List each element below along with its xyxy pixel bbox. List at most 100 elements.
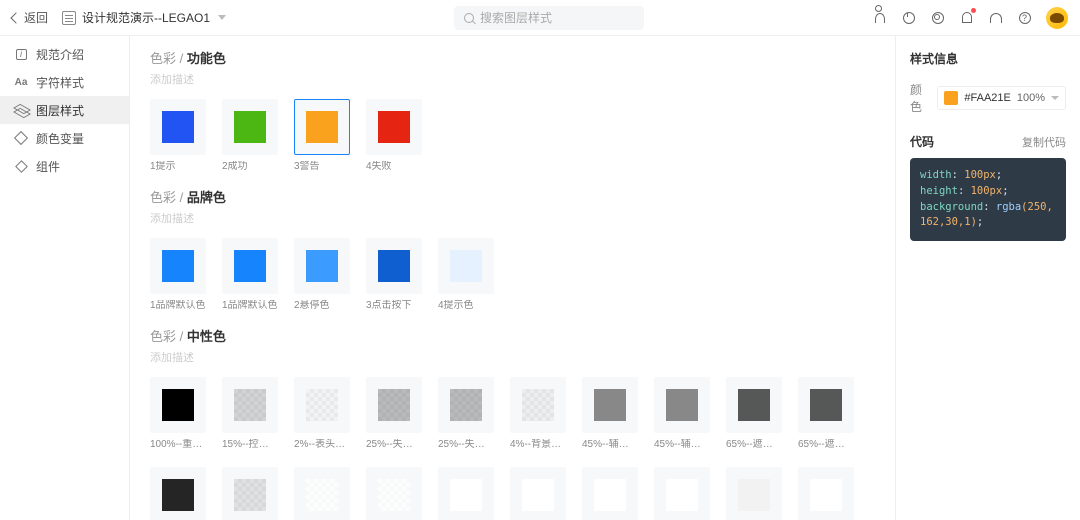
swatch-box[interactable] [294,238,350,294]
swatch-box[interactable] [582,377,638,433]
swatch-row: 1品牌默认色 1品牌默认色 2悬停色 3点击按下 4提示色 [150,238,875,312]
swatch-item[interactable]: 4提示色 [438,238,494,312]
swatch-box[interactable] [150,377,206,433]
swatch-box[interactable] [294,99,350,155]
swatch-box[interactable] [150,238,206,294]
swatch-box[interactable] [654,377,710,433]
swatch-item[interactable]: 15%--控件边框 [222,377,278,451]
swatch-box[interactable] [582,467,638,520]
swatch-box[interactable] [366,467,422,520]
swatch-chip [522,389,554,421]
topbar-actions: ? [872,7,1068,29]
swatch-item[interactable]: 100%--重要文字 [150,377,206,451]
swatch-item[interactable]: 4%--背景色&禁... [510,377,566,451]
swatch-item[interactable]: 白色65%--待选择 [294,467,350,520]
swatch-item[interactable]: 3点击按下 [366,238,422,312]
swatch-box[interactable] [222,377,278,433]
swatch-box[interactable] [510,377,566,433]
swatch-box[interactable] [438,377,494,433]
code-block[interactable]: width: 100px; height: 100px; background:… [910,158,1066,241]
sidebar-item-text-style[interactable]: Aa 字符样式 [0,68,129,96]
swatch-box[interactable] [798,377,854,433]
swatch-label: 3警告 [294,161,350,173]
add-description[interactable]: 添加描述 [150,210,875,226]
swatch-label: 25%--失效文字... [366,439,422,451]
swatch-box[interactable] [222,238,278,294]
swatch-box[interactable] [366,99,422,155]
back-button[interactable]: 返回 [12,9,48,26]
swatch-item[interactable]: 3警告 [294,99,350,173]
layout: 规范介绍 Aa 字符样式 图层样式 颜色变量 组件 色彩 / 功能色 添加描述 … [0,36,1080,520]
add-description[interactable]: 添加描述 [150,349,875,365]
sidebar-item-label: 字符样式 [36,74,84,91]
add-description[interactable]: 添加描述 [150,71,875,87]
search-input[interactable]: 搜索图层样式 [454,6,644,30]
swatch-box[interactable] [366,377,422,433]
swatch-box[interactable] [726,467,782,520]
history-icon[interactable] [901,10,916,25]
swatch-box[interactable] [150,467,206,520]
section-title: 色彩 / 功能色 [150,48,875,67]
swatch-box[interactable] [366,238,422,294]
swatch-item[interactable]: 1品牌默认色 [150,238,206,312]
code-title: 代码 [910,133,934,150]
swatch-item[interactable]: 白色实色 [726,467,782,520]
swatch-box[interactable] [222,99,278,155]
swatch-item[interactable]: 白色实色 [510,467,566,520]
swatch-item[interactable]: 4失败 [366,99,422,173]
swatch-chip [234,479,266,511]
swatch-item[interactable]: 65%--遮罩&次... [798,377,854,451]
swatch-box[interactable] [294,377,350,433]
swatch-box[interactable] [150,99,206,155]
user-icon[interactable] [872,10,887,25]
swatch-item[interactable]: 9%--分割线 [222,467,278,520]
help-icon[interactable]: ? [1017,10,1032,25]
swatch-item[interactable]: 2成功 [222,99,278,173]
sidebar-item-color-var[interactable]: 颜色变量 [0,124,129,152]
target-icon[interactable] [930,10,945,25]
color-swatch [944,91,958,105]
swatch-item[interactable]: 分割线实色 [798,467,854,520]
swatch-item[interactable]: 2悬停色 [294,238,350,312]
swatch-chip [594,389,626,421]
swatch-label: 4%--背景色&禁... [510,439,566,451]
swatch-item[interactable]: 1品牌默认色 [222,238,278,312]
chevron-down-icon [218,15,226,20]
swatch-chip [522,479,554,511]
sidebar-item-components[interactable]: 组件 [0,152,129,180]
swatch-box[interactable] [798,467,854,520]
avatar[interactable] [1046,7,1068,29]
swatch-item[interactable]: 45%--辅助文字 [654,377,710,451]
swatch-item[interactable]: 45%--辅助文字 [582,377,638,451]
sidebar-item-layer-style[interactable]: 图层样式 [0,96,129,124]
swatch-box[interactable] [654,467,710,520]
swatch-box[interactable] [510,467,566,520]
swatch-box[interactable] [726,377,782,433]
swatch-chip [234,111,266,143]
headset-icon[interactable] [988,10,1003,25]
section-neutral: 色彩 / 中性色 添加描述 100%--重要文字15%--控件边框2%--表头填… [130,326,895,520]
swatch-chip [378,250,410,282]
swatch-item[interactable]: 1提示 [150,99,206,173]
color-picker[interactable]: #FAA21E 100% [937,86,1066,110]
swatch-item[interactable]: 白色95%---待选择 [438,467,494,520]
swatch-chip [306,111,338,143]
copy-code-button[interactable]: 复制代码 [1022,134,1066,150]
doc-title-group[interactable]: 设计规范演示--LEGAO1 [62,9,226,26]
swatch-item[interactable]: 85%--普通文字 [150,467,206,520]
swatch-item[interactable]: 2%--表头填充 [294,377,350,451]
swatch-item[interactable]: 25%--失效文字... [438,377,494,451]
sidebar-item-label: 组件 [36,158,60,175]
section-title: 色彩 / 品牌色 [150,187,875,206]
swatch-item[interactable]: 白色实色 [582,467,638,520]
swatch-box[interactable] [222,467,278,520]
swatch-item[interactable]: 65%--遮罩&次... [726,377,782,451]
swatch-box[interactable] [294,467,350,520]
swatch-item[interactable]: 白色65%--待选择 [366,467,422,520]
swatch-item[interactable]: 25%--失效文字... [366,377,422,451]
swatch-box[interactable] [438,238,494,294]
swatch-box[interactable] [438,467,494,520]
bell-icon[interactable] [959,10,974,25]
swatch-item[interactable]: 白色实色 [654,467,710,520]
sidebar-item-intro[interactable]: 规范介绍 [0,40,129,68]
